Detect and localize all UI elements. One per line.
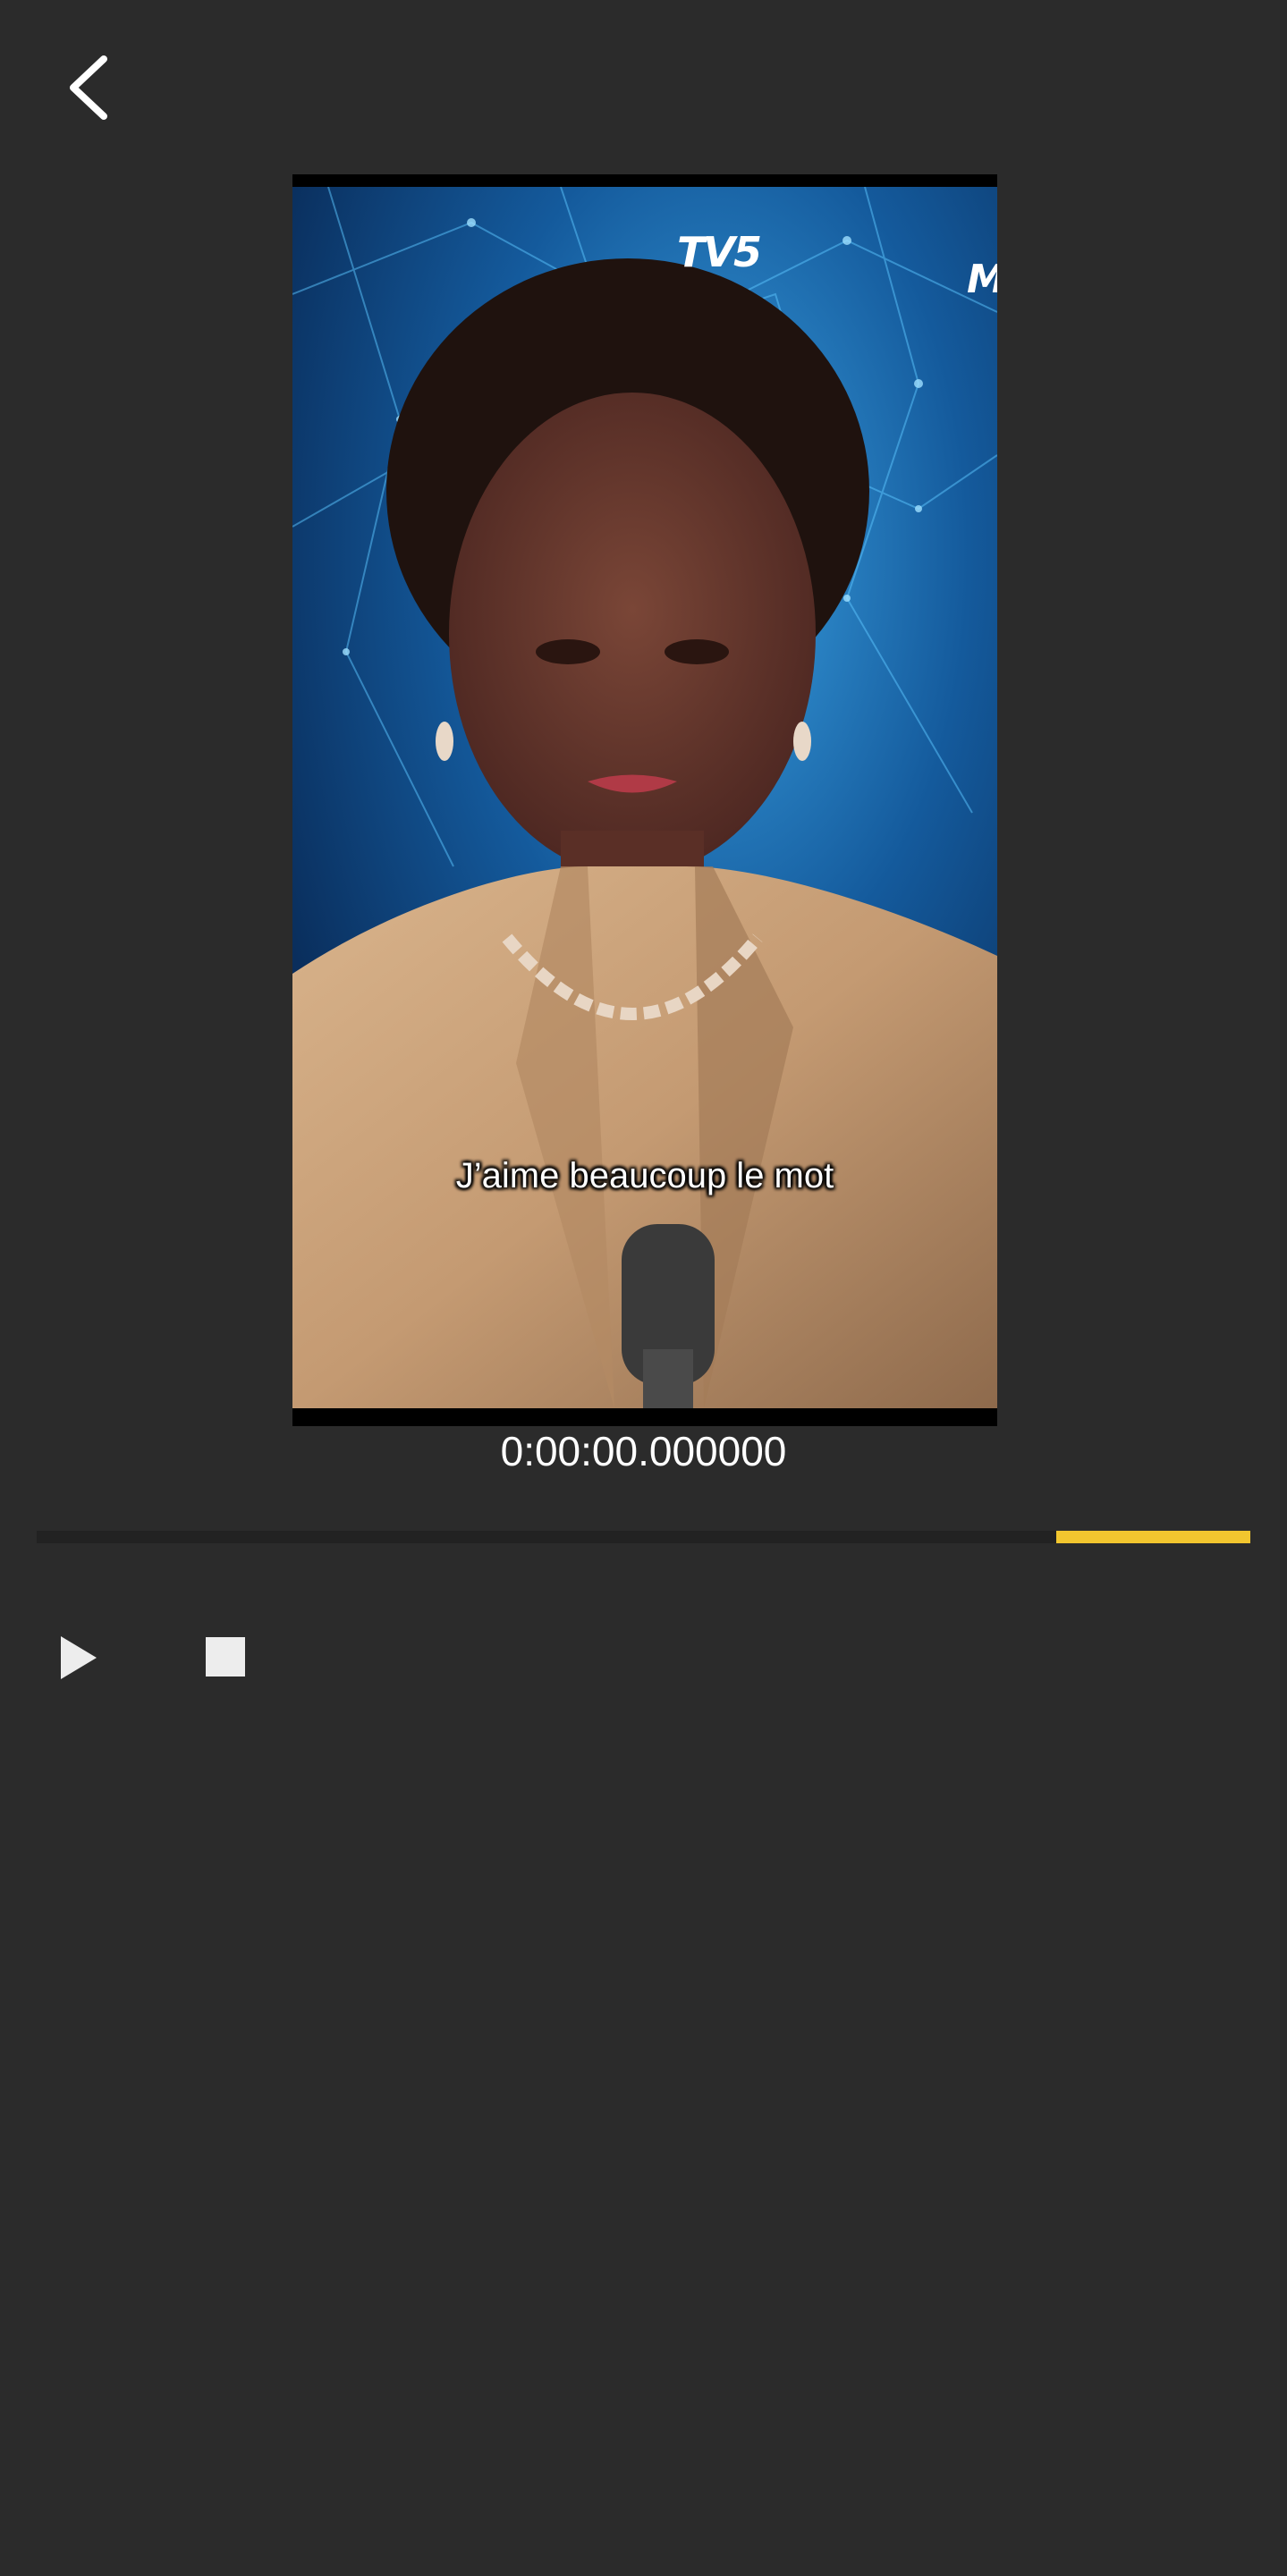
stop-button[interactable] — [206, 1637, 245, 1677]
channel-logo: TV5 — [677, 228, 762, 276]
back-button[interactable] — [52, 43, 123, 132]
video-frame-image — [292, 187, 997, 1408]
timeline-track[interactable] — [37, 1531, 1250, 1543]
timecode-display: 0:00:00.000000 — [500, 1428, 787, 1474]
video-subtitle: J’aime beaucoup le mot — [455, 1156, 834, 1195]
chevron-left-icon — [70, 55, 107, 120]
play-button[interactable] — [57, 1633, 100, 1683]
video-player-screen: TV5 M J’aime beaucoup le mot 0:00:00.000… — [0, 0, 1287, 2576]
channel-mark: M — [967, 257, 997, 302]
video-preview[interactable]: TV5 M J’aime beaucoup le mot — [292, 174, 997, 1426]
play-icon — [61, 1636, 97, 1679]
timeline-selection-range[interactable] — [1055, 1531, 1250, 1543]
